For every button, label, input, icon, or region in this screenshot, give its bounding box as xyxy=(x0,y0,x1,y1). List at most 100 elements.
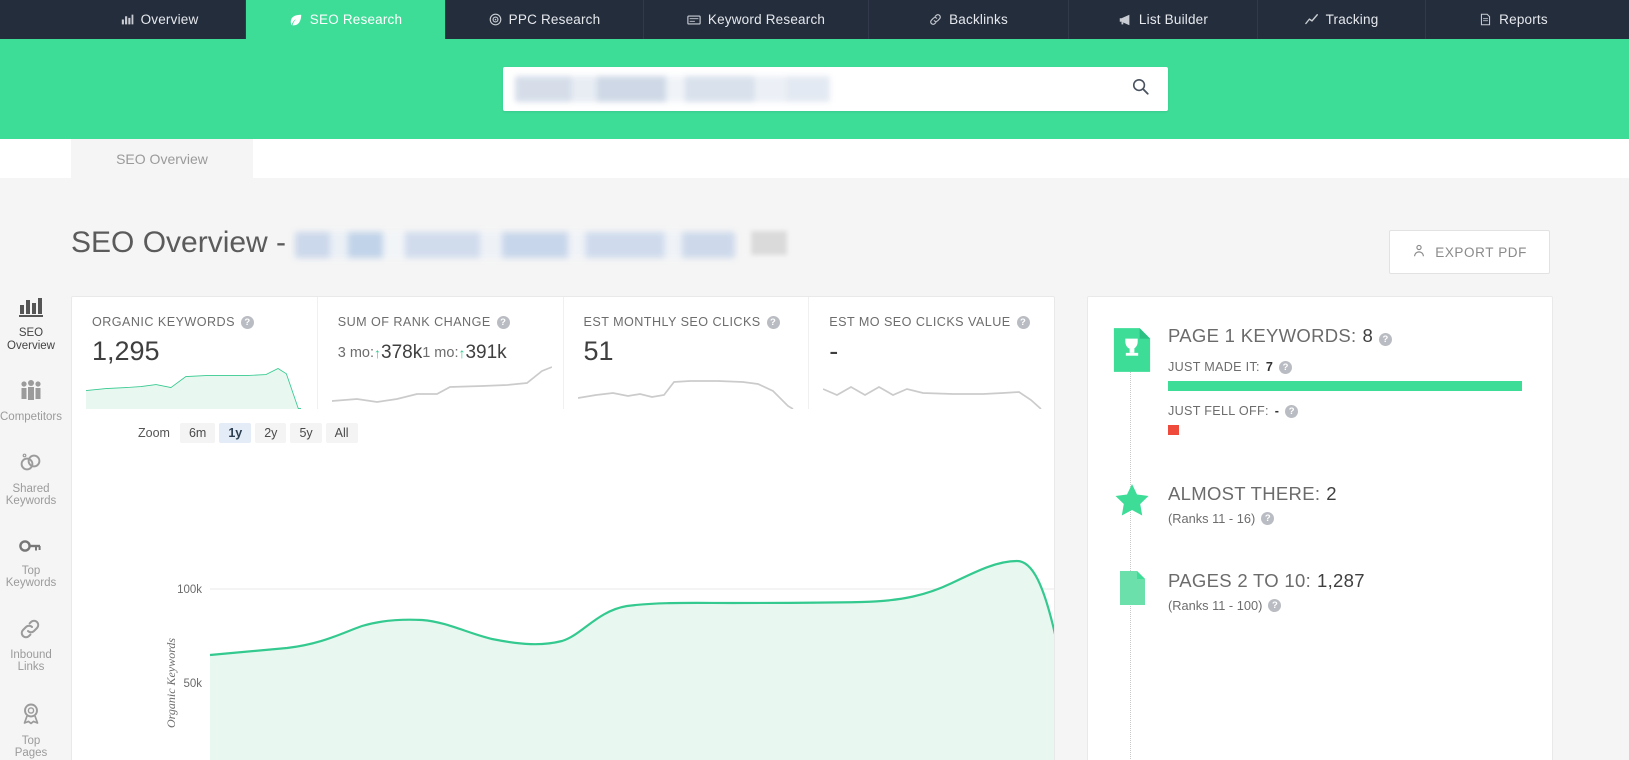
page-body: SEO Overview - EXPORT PDF SEO Overview C… xyxy=(0,178,1629,760)
topnav-item-tracking[interactable]: Tracking xyxy=(1258,0,1426,39)
page-title-redacted-brand xyxy=(295,232,736,258)
topnav-item-overview[interactable]: Overview xyxy=(74,0,246,39)
topnav-item-seo-research[interactable]: SEO Research xyxy=(246,0,446,39)
sub-tabs: SEO Overview Competitors Kombat SEO Keyw… xyxy=(71,139,1567,178)
organic-keywords-chart[interactable]: 100k 50k 0 Organic Keywords xyxy=(72,443,1054,760)
card-icon xyxy=(687,13,701,27)
tab-seo-keywords[interactable]: SEO Keywords xyxy=(628,139,816,178)
sidebar-item-label-2: Pages xyxy=(14,747,48,759)
rank-change-1mo-value: 391k xyxy=(465,342,507,363)
pages-2-to-10-title: PAGES 2 TO 10: 1,287 xyxy=(1168,570,1522,592)
zoom-option-5y[interactable]: 5y xyxy=(290,423,322,443)
tab-top-pages[interactable]: Top Pages xyxy=(1003,139,1191,178)
topnav-item-list-builder[interactable]: List Builder xyxy=(1069,0,1258,39)
topnav-item-keyword-research[interactable]: Keyword Research xyxy=(644,0,869,39)
topnav-item-backlinks[interactable]: Backlinks xyxy=(869,0,1069,39)
help-icon[interactable]: ? xyxy=(240,315,254,329)
sparkline-organic-keywords xyxy=(86,368,301,409)
keywords-breakdown-card: PAGE 1 KEYWORDS: 8 ? JUST MADE IT: 7 ? J… xyxy=(1087,296,1553,760)
kpi-label: EST MONTHLY SEO CLICKS ? xyxy=(584,315,789,329)
tab-ranking-history[interactable]: Ranking History New! xyxy=(816,139,1003,178)
app-root: Overview SEO Research PPC Research Keywo… xyxy=(0,0,1629,760)
help-icon[interactable]: ? xyxy=(1268,599,1282,612)
sidebar-item-label-2: Keywords xyxy=(5,495,57,507)
sidebar-item-top-keywords[interactable]: Top Keywords xyxy=(0,536,62,590)
topnav-label: Tracking xyxy=(1325,12,1379,27)
zoom-label: Zoom xyxy=(138,426,170,440)
up-arrow-icon: ↑ xyxy=(374,345,382,361)
hero-banner xyxy=(0,39,1629,139)
chart-svg: 100k 50k 0 Organic Keywords xyxy=(164,559,1054,760)
zoom-option-6m[interactable]: 6m xyxy=(179,423,216,443)
kpi-value: 1,295 xyxy=(92,336,160,366)
rings-icon xyxy=(18,452,44,479)
sidebar-item-label: Inbound xyxy=(10,648,52,661)
zoom-option-all[interactable]: All xyxy=(325,423,358,443)
sidebar-item-competitors[interactable]: Competitors xyxy=(0,380,62,424)
pages-2-to-10-value: 1,287 xyxy=(1317,570,1365,591)
help-icon[interactable]: ? xyxy=(1016,315,1030,329)
sidebar-item-shared-keywords[interactable]: Shared Keywords xyxy=(0,452,62,508)
sidebar-item-label-2: Links xyxy=(17,661,45,673)
page1-keywords-section: PAGE 1 KEYWORDS: 8 ? JUST MADE IT: 7 ? J… xyxy=(1088,325,1552,435)
export-pdf-button[interactable]: EXPORT PDF xyxy=(1389,230,1550,274)
pages-2-to-10-label: PAGES 2 TO 10: xyxy=(1168,570,1312,591)
help-icon[interactable]: ? xyxy=(1261,512,1275,525)
topnav-item-ppc-research[interactable]: PPC Research xyxy=(446,0,644,39)
sidebar-item-label-2: Keywords xyxy=(5,577,57,589)
page-icon xyxy=(1112,570,1152,613)
zoom-option-1y[interactable]: 1y xyxy=(219,423,252,443)
search-button[interactable] xyxy=(1112,67,1168,111)
kpi-est-monthly-seo-clicks: EST MONTHLY SEO CLICKS ? 51 xyxy=(564,297,810,409)
kpi-label-text: EST MONTHLY SEO CLICKS xyxy=(583,315,761,329)
y-axis-label: Organic Keywords xyxy=(164,638,178,728)
tab-label: Backlinks xyxy=(1254,150,1315,167)
line-chart-icon xyxy=(1304,13,1319,27)
just-fell-off-label: JUST FELL OFF: xyxy=(1168,404,1269,418)
rank-change-1mo-prefix: 1 mo: xyxy=(422,345,459,361)
topnav-item-reports[interactable]: Reports xyxy=(1426,0,1601,39)
tab-label: Ranking History xyxy=(837,150,936,167)
people-icon xyxy=(18,380,44,407)
target-icon xyxy=(489,13,502,26)
download-person-icon xyxy=(1412,244,1426,261)
just-made-it-row: JUST MADE IT: 7 ? xyxy=(1168,360,1522,374)
top-navigation: Overview SEO Research PPC Research Keywo… xyxy=(0,0,1629,39)
tab-kombat[interactable]: Kombat xyxy=(440,139,628,178)
just-made-it-value: 7 xyxy=(1265,360,1274,374)
just-fell-off-row: JUST FELL OFF: - ? xyxy=(1168,404,1522,418)
page-title-redacted-suffix xyxy=(751,231,788,255)
page1-keywords-label: PAGE 1 KEYWORDS: xyxy=(1168,325,1357,346)
zoom-option-2y[interactable]: 2y xyxy=(255,423,287,443)
almost-there-ranks-text: (Ranks 11 - 16) xyxy=(1168,511,1256,526)
topnav-label: Reports xyxy=(1499,12,1548,27)
search-icon xyxy=(1131,77,1150,101)
topnav-label: SEO Research xyxy=(309,12,403,27)
help-icon[interactable]: ? xyxy=(1279,360,1293,374)
tab-seo-overview[interactable]: SEO Overview xyxy=(71,139,253,178)
help-icon[interactable]: ? xyxy=(496,315,510,329)
search-input[interactable] xyxy=(515,67,1105,111)
pages-2-to-10-body: PAGES 2 TO 10: 1,287 (Ranks 11 - 100) ? xyxy=(1168,570,1552,613)
sidebar-item-inbound-links[interactable]: Inbound Links xyxy=(0,618,62,674)
tab-competitors[interactable]: Competitors xyxy=(253,139,440,178)
sidebar-item-seo-overview[interactable]: SEO Overview xyxy=(0,296,62,352)
topnav-label: Keyword Research xyxy=(707,12,826,27)
almost-there-section: ALMOST THERE: 2 (Ranks 11 - 16) ? xyxy=(1088,483,1552,526)
help-icon[interactable]: ? xyxy=(1285,404,1299,418)
kpi-value: 3 mo: ↑ 378k 1 mo: ↑ 391k xyxy=(338,342,543,364)
sidebar-item-label-2: Overview xyxy=(7,339,55,352)
sparkline-monthly-clicks xyxy=(577,380,793,409)
almost-there-body: ALMOST THERE: 2 (Ranks 11 - 16) ? xyxy=(1168,483,1552,526)
almost-there-ranks: (Ranks 11 - 16) ? xyxy=(1168,511,1522,526)
tab-seo-reports[interactable]: SEO Reports xyxy=(1379,139,1567,178)
search-bar[interactable] xyxy=(503,67,1168,111)
tab-backlinks[interactable]: Backlinks xyxy=(1191,139,1379,178)
page1-keywords-value: 8 xyxy=(1362,325,1374,346)
sidebar-item-label: Competitors xyxy=(0,411,62,423)
kpi-value: 51 xyxy=(583,336,614,366)
sidebar-item-top-pages[interactable]: Top Pages xyxy=(0,702,62,760)
kpi-organic-keywords: ORGANIC KEYWORDS ? 1,295 xyxy=(72,297,318,409)
help-icon[interactable]: ? xyxy=(766,315,780,329)
help-icon[interactable]: ? xyxy=(1379,333,1393,346)
